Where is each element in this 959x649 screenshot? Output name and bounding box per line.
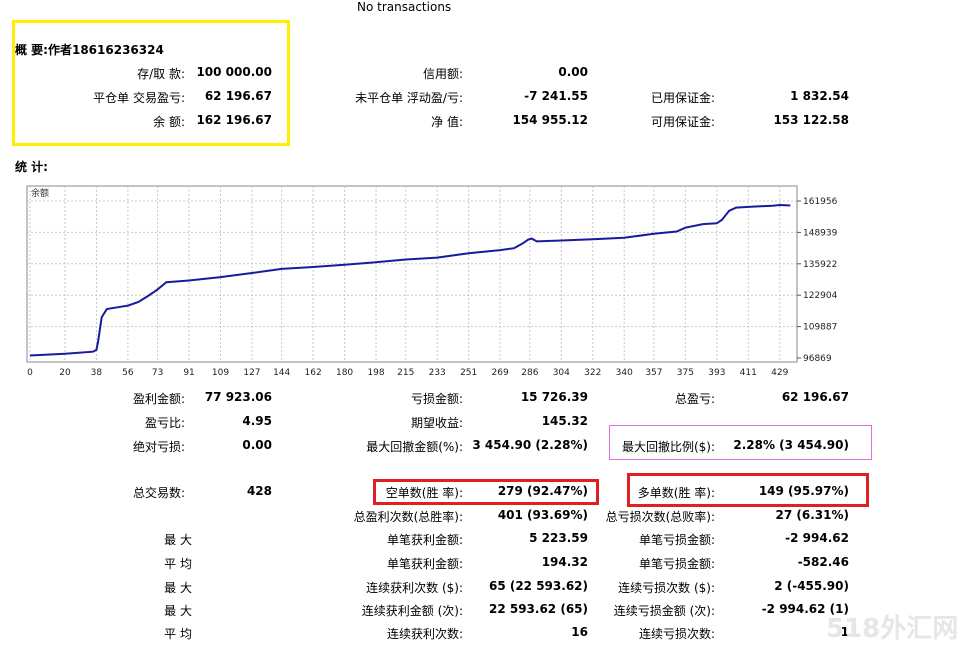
x-tick-label: 393 (708, 368, 725, 378)
x-tick-label: 162 (305, 368, 322, 378)
y-tick-label: 96869 (803, 354, 832, 364)
stats-label: 总交易数: (132, 486, 185, 500)
stats-value: 2 (-455.90) (774, 579, 849, 593)
stats-value: 15 726.39 (520, 390, 588, 404)
stats-label: 最大回撤金额(%): (366, 440, 463, 454)
stats-label: 最 大 (164, 533, 192, 547)
max-drawdown-highlight-box (609, 425, 872, 460)
stats-value: -582.46 (797, 555, 849, 569)
chart-plot-frame (26, 185, 798, 363)
stats-label: 单笔亏损金额: (638, 557, 715, 571)
summary-value: 153 122.58 (773, 113, 849, 127)
x-tick-label: 73 (152, 368, 163, 378)
stats-value: 145.32 (541, 414, 588, 428)
stats-value: 5 223.59 (529, 531, 588, 545)
stats-label: 单笔亏损金额: (638, 533, 715, 547)
stats-value: 4.95 (242, 414, 272, 428)
x-tick-label: 429 (771, 368, 788, 378)
x-tick-label: 269 (492, 368, 509, 378)
stats-label: 平 均 (164, 627, 192, 641)
no-transactions-text: No transactions (357, 0, 452, 14)
stats-value: 401 (93.69%) (497, 508, 588, 522)
chart-x-ticks: 0 20 38 56 73 91 109 127 144 162 180 198 215 233 251 26… (27, 368, 788, 378)
x-tick-label: 56 (122, 368, 134, 378)
stats-value: 27 (6.31%) (775, 508, 849, 522)
x-tick-label: 340 (616, 368, 633, 378)
stats-label: 连续获利金额 (次): (361, 604, 463, 618)
stats-label: 连续亏损金额 (次): (613, 604, 715, 618)
stats-value: -2 994.62 (785, 531, 849, 545)
stats-value: 22 593.62 (65) (488, 602, 588, 616)
y-tick-label: 109887 (803, 323, 837, 333)
x-tick-label: 322 (584, 368, 601, 378)
summary-label: 信用额: (422, 67, 463, 81)
stats-value: 3 454.90 (2.28%) (472, 438, 588, 452)
x-tick-label: 411 (740, 368, 757, 378)
x-tick-label: 0 (27, 368, 33, 378)
stats-label: 绝对亏损: (132, 440, 185, 454)
stats-label: 总亏损次数(总败率): (605, 510, 715, 524)
stats-value: 62 196.67 (781, 390, 849, 404)
x-tick-label: 233 (429, 368, 446, 378)
watermark-text: 518外汇网 (826, 614, 959, 644)
x-tick-label: 251 (460, 368, 477, 378)
x-tick-label: 286 (521, 368, 538, 378)
x-tick-label: 304 (553, 368, 570, 378)
stats-label: 亏损金额: (410, 392, 463, 406)
stats-label: 平 均 (164, 557, 192, 571)
x-tick-label: 38 (91, 368, 103, 378)
summary-value: 1 832.54 (790, 89, 849, 103)
y-tick-label: 122904 (803, 291, 838, 301)
stats-label: 最 大 (164, 604, 192, 618)
y-tick-label: 148939 (803, 228, 838, 238)
long-trades-highlight-box (627, 473, 869, 507)
x-tick-label: 144 (273, 368, 290, 378)
stats-label: 连续亏损次数: (638, 627, 715, 641)
summary-label: 未平仓单 浮动盈/亏: (355, 91, 463, 105)
stats-label: 连续获利次数: (386, 627, 463, 641)
stats-label: 连续获利次数 ($): (366, 581, 463, 595)
summary-label: 已用保证金: (650, 91, 715, 105)
chart-y-ticks: 96869 109887 122904 135922 148939 161956 (797, 197, 838, 364)
x-tick-label: 109 (212, 368, 229, 378)
summary-value: 154 955.12 (512, 113, 588, 127)
stats-label: 盈亏比: (144, 416, 185, 430)
stats-label: 最 大 (164, 581, 192, 595)
stats-value: 65 (22 593.62) (488, 579, 588, 593)
stats-label: 单笔获利金额: (386, 557, 463, 571)
stats-value: 0.00 (242, 438, 272, 452)
summary-label: 可用保证金: (650, 115, 715, 129)
stats-value: 77 923.06 (204, 390, 272, 404)
x-tick-label: 215 (397, 368, 414, 378)
stats-label: 总盈利次数(总胜率): (353, 510, 463, 524)
stats-value: 194.32 (541, 555, 588, 569)
balance-chart: 余额 96869 109887 122904 135922 148939 161956 0… (26, 185, 838, 378)
chart-series-label: 余额 (31, 187, 49, 199)
x-tick-label: 20 (59, 368, 71, 378)
stats-label: 连续亏损次数 ($): (618, 581, 715, 595)
x-tick-label: 375 (677, 368, 694, 378)
summary-highlight-box (12, 20, 290, 146)
y-tick-label: 135922 (803, 260, 837, 270)
x-tick-label: 198 (367, 368, 384, 378)
x-tick-label: 357 (645, 368, 662, 378)
y-tick-label: 161956 (803, 197, 838, 207)
stats-label: 总盈亏: (674, 392, 715, 406)
stats-value: 428 (246, 484, 272, 498)
x-tick-label: 180 (336, 368, 353, 378)
x-tick-label: 91 (183, 368, 194, 378)
summary-value: -7 241.55 (524, 89, 588, 103)
stats-value: 16 (571, 625, 588, 639)
summary-label: 净 值: (431, 115, 463, 129)
summary-value: 0.00 (558, 65, 588, 79)
stats-label: 盈利金额: (132, 392, 185, 406)
stats-label: 期望收益: (410, 416, 463, 430)
stats-label: 单笔获利金额: (386, 533, 463, 547)
x-tick-label: 127 (243, 368, 260, 378)
short-trades-highlight-box (373, 479, 599, 505)
stats-title: 统 计: (15, 160, 48, 174)
